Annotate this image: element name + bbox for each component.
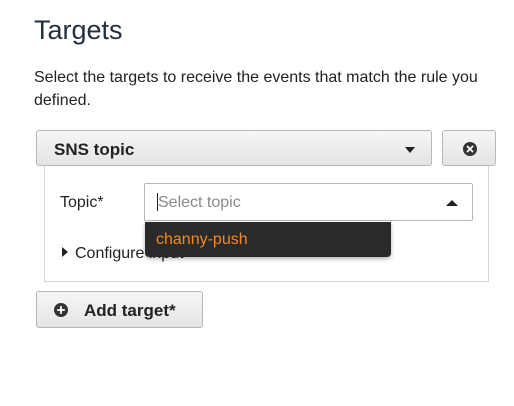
topic-select-input[interactable]: Select topic <box>144 183 473 221</box>
topic-dropdown-menu: channy-push <box>145 222 391 257</box>
add-target-button[interactable]: Add target* <box>36 291 203 328</box>
topic-option[interactable]: channy-push <box>156 231 248 249</box>
close-circle-icon <box>463 142 477 156</box>
caret-down-icon <box>405 147 415 153</box>
remove-target-button[interactable] <box>442 130 496 166</box>
disclosure-triangle-icon <box>62 247 68 257</box>
text-cursor <box>157 193 158 211</box>
add-target-label: Add target* <box>84 301 176 320</box>
caret-up-icon <box>446 200 458 206</box>
section-title: Targets <box>34 15 123 45</box>
target-type-value: SNS topic <box>54 140 135 159</box>
targets-section: Targets Select the targets to receive th… <box>0 0 514 406</box>
section-description: Select the targets to receive the events… <box>34 69 478 109</box>
topic-placeholder: Select topic <box>158 194 241 211</box>
plus-circle-icon <box>54 303 68 317</box>
target-type-select[interactable]: SNS topic <box>36 130 432 166</box>
topic-label: Topic* <box>60 194 104 211</box>
